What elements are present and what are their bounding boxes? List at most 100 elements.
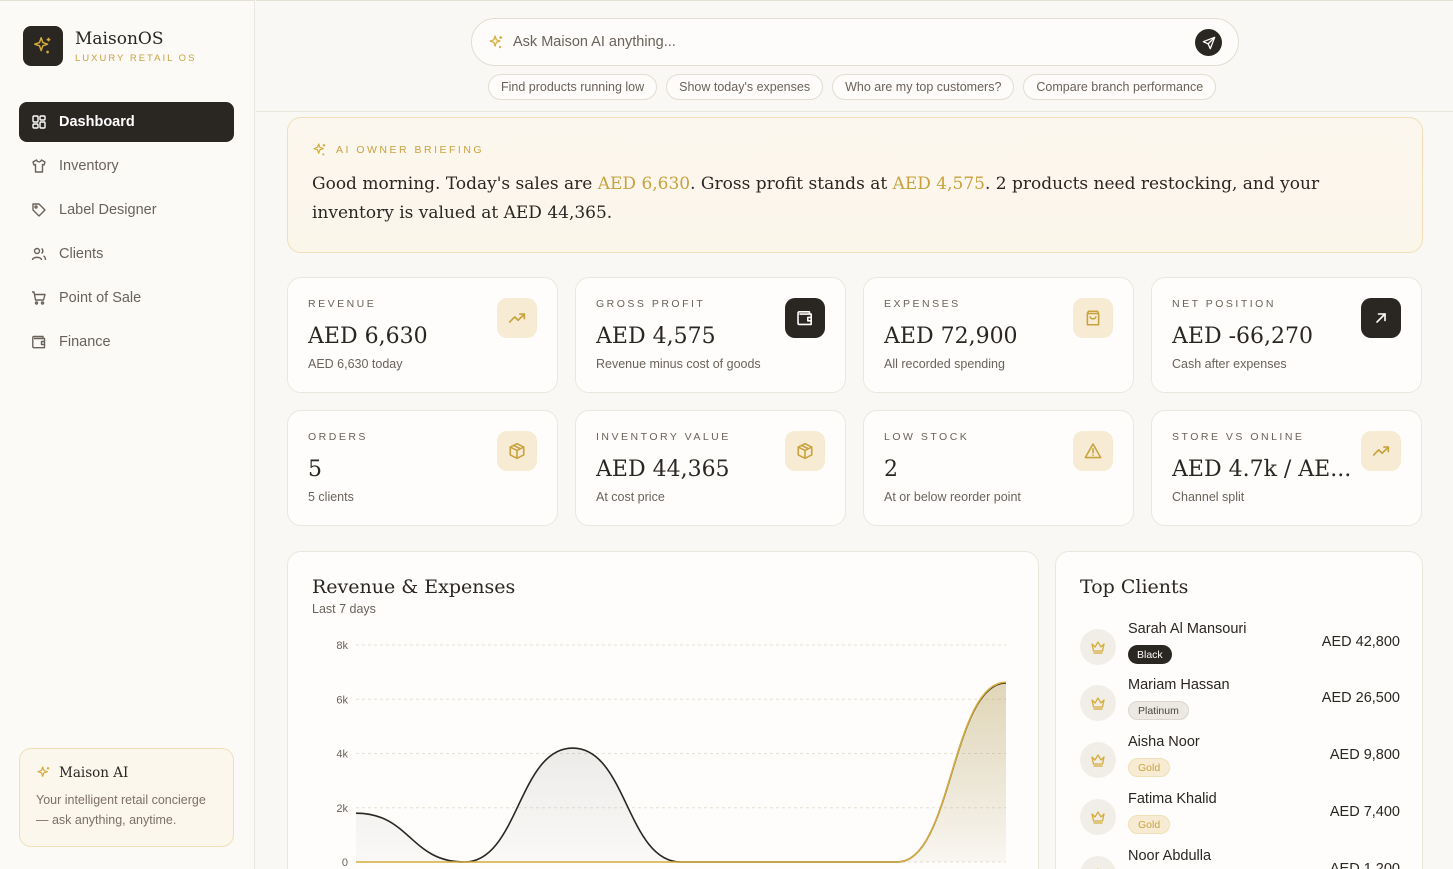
- sidebar-item-point-of-sale[interactable]: Point of Sale: [19, 278, 234, 318]
- client-row[interactable]: Mariam Hassan Platinum AED 26,500: [1080, 677, 1400, 727]
- briefing-sales-value: AED 6,630: [597, 174, 691, 194]
- client-tier-badge: Black: [1128, 645, 1172, 664]
- briefing-profit-value: AED 4,575: [892, 174, 985, 194]
- kpi-value: 5: [308, 457, 322, 482]
- kpi-card-store-vs-online[interactable]: STORE VS ONLINE AED 4.7k / AE... Channel…: [1151, 410, 1422, 526]
- crown-icon: [1080, 629, 1116, 665]
- sidebar-item-label: Point of Sale: [59, 290, 142, 306]
- sidebar-nav: Dashboard Inventory Label Designer Clien…: [19, 102, 234, 366]
- y-tick-label: 0: [342, 857, 348, 869]
- suggestion-chip[interactable]: Compare branch performance: [1023, 74, 1217, 100]
- top-bar: Find products running low Show today's e…: [256, 0, 1453, 112]
- client-row[interactable]: Fatima Khalid Gold AED 7,400: [1080, 791, 1400, 841]
- kpi-value: AED -66,270: [1172, 324, 1313, 349]
- kpi-subtext: Channel split: [1172, 490, 1245, 504]
- brand[interactable]: MaisonOS LUXURY RETAIL OS: [23, 26, 196, 66]
- warning-icon: [1073, 431, 1113, 471]
- client-amount: AED 7,400: [1329, 804, 1400, 820]
- grid-icon: [31, 114, 47, 130]
- client-name: Fatima Khalid: [1128, 791, 1217, 807]
- chart-subtitle: Last 7 days: [312, 602, 376, 616]
- sidebar-item-clients[interactable]: Clients: [19, 234, 234, 274]
- client-amount: AED 1,200: [1329, 861, 1400, 869]
- client-amount: AED 26,500: [1321, 690, 1400, 706]
- cart-icon: [31, 290, 47, 306]
- sidebar-item-finance[interactable]: Finance: [19, 322, 234, 362]
- crown-icon: [1080, 799, 1116, 835]
- kpi-subtext: AED 6,630 today: [308, 357, 403, 371]
- crown-icon: [1080, 685, 1116, 721]
- kpi-card-revenue[interactable]: REVENUE AED 6,630 AED 6,630 today: [287, 277, 558, 393]
- client-name: Aisha Noor: [1128, 734, 1200, 750]
- ai-search-bar: [471, 18, 1239, 66]
- series-area: [356, 682, 1006, 862]
- y-tick-label: 2k: [336, 803, 348, 815]
- brand-tagline: LUXURY RETAIL OS: [75, 52, 197, 64]
- sparkle-icon: [489, 34, 503, 48]
- kpi-card-low-stock[interactable]: LOW STOCK 2 At or below reorder point: [863, 410, 1134, 526]
- kpi-subtext: Revenue minus cost of goods: [596, 357, 761, 371]
- wallet-icon: [31, 334, 47, 350]
- kpi-card-orders[interactable]: ORDERS 5 5 clients: [287, 410, 558, 526]
- kpi-card-expenses[interactable]: EXPENSES AED 72,900 All recorded spendin…: [863, 277, 1134, 393]
- client-name: Sarah Al Mansouri: [1128, 621, 1247, 637]
- client-row[interactable]: Noor Abdulla AED 1,200: [1080, 848, 1400, 869]
- tag-icon: [31, 202, 47, 218]
- suggestion-chip[interactable]: Who are my top customers?: [832, 74, 1015, 100]
- sidebar: MaisonOS LUXURY RETAIL OS Dashboard Inve…: [0, 0, 255, 869]
- kpi-subtext: Cash after expenses: [1172, 357, 1287, 371]
- sidebar-item-label: Dashboard: [59, 114, 135, 130]
- chart-title: Revenue & Expenses: [312, 576, 516, 598]
- sidebar-item-label-designer[interactable]: Label Designer: [19, 190, 234, 230]
- crown-icon: [1080, 742, 1116, 778]
- suggestion-chip[interactable]: Show today's expenses: [666, 74, 824, 100]
- suggestion-chip[interactable]: Find products running low: [488, 74, 658, 100]
- top-clients-card: Top Clients Sarah Al Mansouri Black AED …: [1055, 551, 1423, 869]
- client-row[interactable]: Aisha Noor Gold AED 9,800: [1080, 734, 1400, 784]
- client-tier-badge: Gold: [1128, 758, 1171, 777]
- y-tick-label: 6k: [336, 694, 348, 706]
- shopping-bag-icon: [1073, 298, 1113, 338]
- top-clients-title: Top Clients: [1080, 576, 1189, 598]
- arrow-up-right-icon: [1361, 298, 1401, 338]
- kpi-value: AED 4.7k / AE...: [1172, 457, 1352, 482]
- brand-name: MaisonOS: [75, 28, 164, 49]
- trend-up-icon: [1361, 431, 1401, 471]
- briefing-text-part: . Gross profit stands at: [690, 174, 893, 194]
- send-button[interactable]: [1195, 29, 1222, 56]
- sidebar-item-inventory[interactable]: Inventory: [19, 146, 234, 186]
- search-input[interactable]: [513, 34, 1173, 50]
- maison-ai-card[interactable]: Maison AI Your intelligent retail concie…: [19, 748, 234, 847]
- series-line: [355, 682, 1007, 863]
- ai-owner-briefing: AI OWNER BRIEFING Good morning. Today's …: [287, 117, 1423, 253]
- kpi-subtext: 5 clients: [308, 490, 354, 504]
- suggestion-chips: Find products running low Show today's e…: [488, 74, 1225, 100]
- crown-icon: [1080, 856, 1116, 869]
- sparkle-icon: [313, 143, 326, 156]
- users-icon: [31, 246, 47, 262]
- sparkle-icon: [37, 766, 50, 777]
- box-icon: [785, 431, 825, 471]
- kpi-value: AED 4,575: [596, 324, 716, 349]
- sidebar-item-dashboard[interactable]: Dashboard: [19, 102, 234, 142]
- briefing-text: Good morning. Today's sales are AED 6,63…: [312, 170, 1398, 228]
- revenue-expenses-card: Revenue & Expenses Last 7 days 0 2k 4k 6k 8k: [287, 551, 1039, 869]
- client-amount: AED 9,800: [1329, 747, 1400, 763]
- wallet-icon: [785, 298, 825, 338]
- kpi-card-gross-profit[interactable]: GROSS PROFIT AED 4,575 Revenue minus cos…: [575, 277, 846, 393]
- sidebar-item-label: Label Designer: [59, 202, 157, 218]
- series-area: [356, 682, 1006, 862]
- kpi-card-inventory-value[interactable]: INVENTORY VALUE AED 44,365 At cost price: [575, 410, 846, 526]
- kpi-value: AED 6,630: [308, 324, 428, 349]
- kpi-subtext: All recorded spending: [884, 357, 1005, 371]
- client-name: Mariam Hassan: [1128, 677, 1230, 693]
- client-amount: AED 42,800: [1321, 634, 1400, 650]
- trend-up-icon: [497, 298, 537, 338]
- sidebar-item-label: Finance: [59, 334, 111, 350]
- client-tier-badge: Platinum: [1128, 701, 1189, 720]
- kpi-card-net-position[interactable]: NET POSITION AED -66,270 Cash after expe…: [1151, 277, 1422, 393]
- kpi-value: AED 44,365: [596, 457, 730, 482]
- client-row[interactable]: Sarah Al Mansouri Black AED 42,800: [1080, 621, 1400, 671]
- briefing-text-part: Good morning. Today's sales are: [312, 174, 598, 194]
- ai-card-description: Your intelligent retail concierge — ask …: [36, 793, 206, 827]
